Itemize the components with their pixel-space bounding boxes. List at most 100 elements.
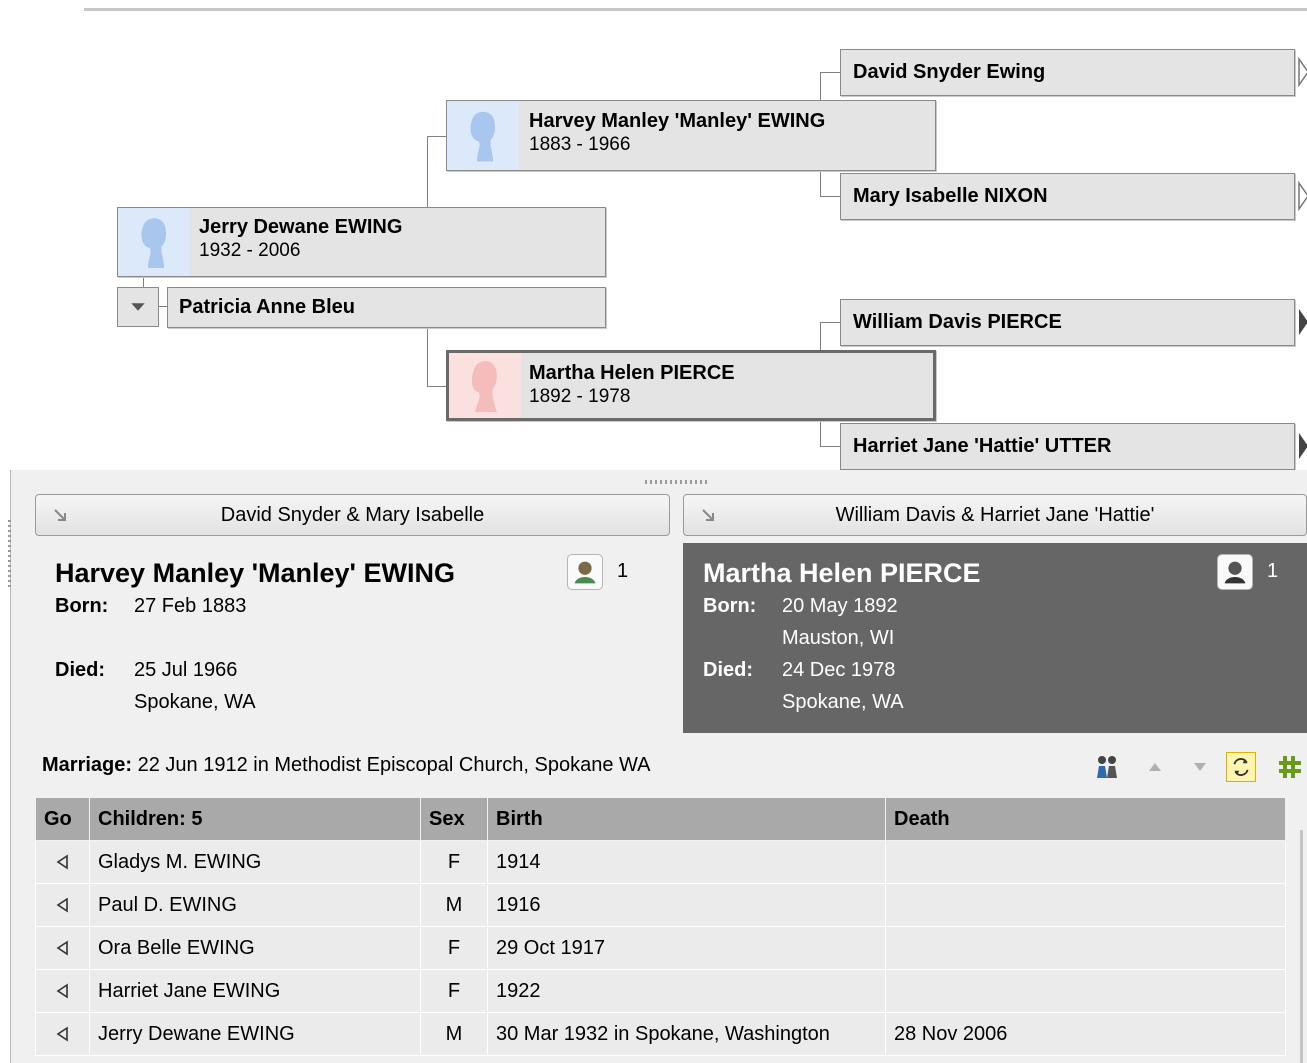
connector-pgf-stub (820, 72, 840, 73)
connector-mgm (820, 420, 821, 446)
paternal-grandmother-box[interactable]: Mary Isabelle NIXON (840, 173, 1295, 220)
root-person-box[interactable]: Jerry Dewane EWING 1932 - 2006 (117, 207, 606, 277)
marriage-details: 22 Jun 1912 in Methodist Episcopal Churc… (137, 754, 651, 776)
father-box[interactable]: Harvey Manley 'Manley' EWING 1883 - 1966 (446, 100, 936, 171)
swap-icon[interactable] (1226, 752, 1256, 782)
go-button[interactable] (35, 926, 90, 970)
maternal-grandmother-name: Harriet Jane 'Hattie' UTTER (853, 435, 1112, 457)
child-name: Jerry Dewane EWING (89, 1012, 421, 1056)
table-row[interactable]: Gladys M. EWING F 1914 (35, 840, 1286, 884)
paternal-grandmother-name: Mary Isabelle NIXON (853, 185, 1048, 207)
go-to-parents-icon (54, 509, 66, 521)
marriage-label: Marriage: (42, 754, 133, 776)
go-left-arrow-icon (56, 897, 68, 913)
wife-born-label: Born: (703, 595, 757, 617)
media-person-icon[interactable] (1217, 554, 1253, 590)
maternal-grandmother-box[interactable]: Harriet Jane 'Hattie' UTTER (840, 423, 1295, 470)
go-left-arrow-icon (56, 854, 68, 870)
move-down-icon[interactable] (1185, 752, 1215, 782)
wife-media-count: 1 (1267, 560, 1279, 582)
husband-media-count: 1 (617, 560, 629, 582)
death-column-header[interactable]: Death (885, 797, 1286, 841)
go-button[interactable] (35, 840, 90, 884)
expand-right-icon[interactable] (1297, 425, 1307, 467)
male-silhouette-icon (118, 208, 190, 276)
spouse-name: Patricia Anne Bleu (179, 296, 355, 318)
maternal-grandfather-box[interactable]: William Davis PIERCE (840, 299, 1295, 346)
child-name: Gladys M. EWING (89, 840, 421, 884)
child-sex: M (420, 1012, 488, 1056)
table-row[interactable]: Paul D. EWING M 1916 (35, 883, 1286, 927)
child-birth: 30 Mar 1932 in Spokane, Washington (487, 1012, 886, 1056)
connector-pgm (820, 170, 821, 196)
spouse-toggle-connector (159, 306, 167, 307)
mother-box[interactable]: Martha Helen PIERCE 1892 - 1978 (446, 350, 936, 421)
connector-father-stub (427, 136, 447, 137)
husband-card[interactable]: Harvey Manley 'Manley' EWING 1 Born: 27 … (35, 543, 670, 733)
child-sex: F (420, 926, 488, 970)
connector-mgm-stub (820, 446, 840, 447)
husband-parents-button[interactable]: David Snyder & Mary Isabelle (35, 494, 670, 536)
child-death: 28 Nov 2006 (885, 1012, 1286, 1056)
connector-to-father (427, 136, 428, 207)
husband-born-label: Born: (55, 595, 109, 617)
spouse-box[interactable]: Patricia Anne Bleu (167, 287, 606, 328)
spouse-dropdown-button[interactable] (117, 287, 159, 327)
table-row[interactable]: Ora Belle EWING F 29 Oct 1917 (35, 926, 1286, 970)
female-silhouette-icon (449, 353, 521, 418)
children-column-header[interactable]: Children: 5 (89, 797, 421, 841)
child-name: Ora Belle EWING (89, 926, 421, 970)
child-death (885, 840, 1286, 884)
expand-right-icon[interactable] (1297, 51, 1307, 93)
go-left-arrow-icon (56, 983, 68, 999)
expand-right-icon[interactable] (1297, 175, 1307, 217)
child-death (885, 969, 1286, 1013)
go-button[interactable] (35, 969, 90, 1013)
sex-column-header[interactable]: Sex (420, 797, 488, 841)
connector-mgf-stub (820, 322, 840, 323)
table-row[interactable]: Harriet Jane EWING F 1922 (35, 969, 1286, 1013)
wife-parents-button[interactable]: William Davis & Harriet Jane 'Hattie' (683, 494, 1307, 536)
table-row[interactable]: Jerry Dewane EWING M 30 Mar 1932 in Spok… (35, 1012, 1286, 1056)
children-table-header: Go Children: 5 Sex Birth Death (35, 797, 1286, 841)
wife-born-place: Mauston, WI (782, 627, 895, 649)
connector-mgf (820, 322, 821, 352)
go-to-parents-icon (702, 509, 714, 521)
child-birth: 1914 (487, 840, 886, 884)
couple-icon[interactable] (1092, 752, 1122, 782)
root-spouse-connector (143, 276, 144, 287)
child-sex: M (420, 883, 488, 927)
expand-right-icon[interactable] (1297, 301, 1307, 343)
wife-name: Martha Helen PIERCE (703, 558, 981, 588)
root-name: Jerry Dewane EWING (199, 216, 403, 238)
paternal-grandfather-box[interactable]: David Snyder Ewing (840, 49, 1295, 96)
go-button[interactable] (35, 1012, 90, 1056)
birth-column-header[interactable]: Birth (487, 797, 886, 841)
husband-died-place: Spokane, WA (134, 691, 256, 713)
chevron-down-icon (131, 303, 145, 311)
child-death (885, 883, 1286, 927)
wife-died-date: 24 Dec 1978 (782, 659, 896, 681)
connector-mother-stub (427, 386, 447, 387)
child-sex: F (420, 840, 488, 884)
mother-name: Martha Helen PIERCE (529, 362, 735, 384)
connector-to-mother (427, 327, 428, 387)
media-person-icon[interactable] (567, 554, 603, 590)
pane-resize-grip[interactable] (8, 520, 11, 590)
splitter-grip[interactable] (645, 480, 707, 484)
move-up-icon[interactable] (1140, 752, 1170, 782)
go-button[interactable] (35, 883, 90, 927)
mother-dates: 1892 - 1978 (529, 386, 631, 407)
go-left-arrow-icon (56, 1026, 68, 1042)
paternal-grandfather-name: David Snyder Ewing (853, 61, 1046, 83)
wife-card[interactable]: Martha Helen PIERCE 1 Born: 20 May 1892 … (683, 543, 1307, 733)
go-column-header[interactable]: Go (35, 797, 90, 841)
child-birth: 29 Oct 1917 (487, 926, 886, 970)
top-divider (84, 8, 1307, 11)
vertical-scrollbar[interactable] (1300, 830, 1303, 1063)
marriage-line[interactable]: Marriage: 22 Jun 1912 in Methodist Episc… (42, 754, 650, 777)
husband-died-date: 25 Jul 1966 (134, 659, 238, 681)
grid-icon[interactable] (1276, 752, 1304, 782)
wife-died-label: Died: (703, 659, 753, 681)
wife-born-date: 20 May 1892 (782, 595, 898, 617)
